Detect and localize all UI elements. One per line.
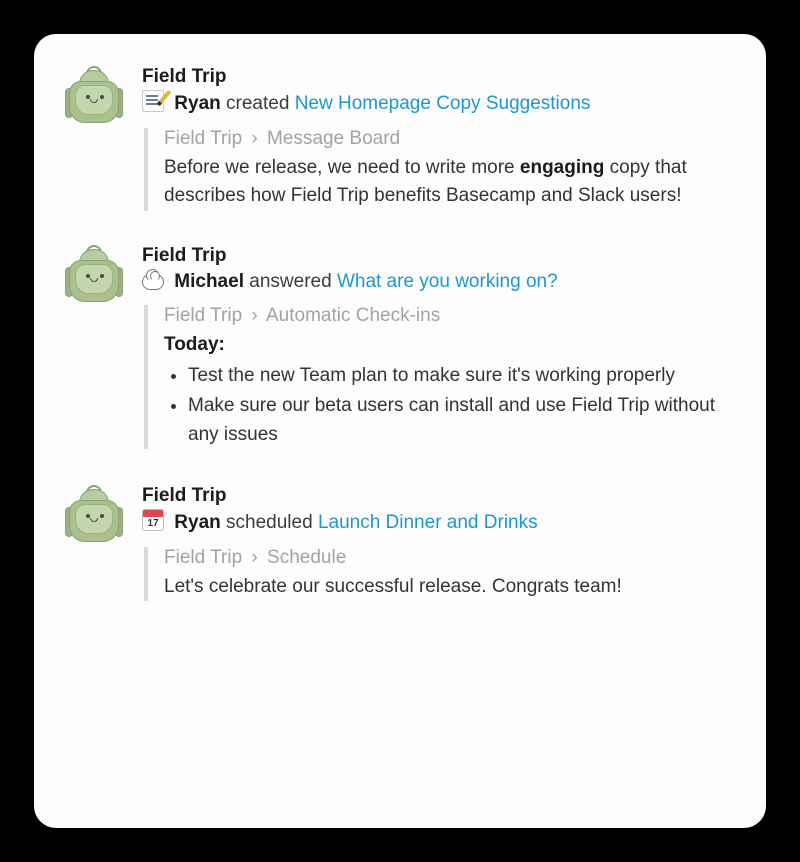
action-line: Michael answered What are you working on… xyxy=(142,269,728,296)
breadcrumb-root[interactable]: Field Trip xyxy=(164,547,242,568)
message: Field Trip Ryan created New Homepage Cop… xyxy=(64,66,728,211)
message-body: Before we release, we need to write more… xyxy=(164,154,728,211)
app-avatar xyxy=(64,66,128,130)
message-body: Today:Test the new Team plan to make sur… xyxy=(164,331,728,449)
message-body: Let's celebrate our successful release. … xyxy=(164,573,728,602)
app-avatar xyxy=(64,245,128,309)
breadcrumb-root[interactable]: Field Trip xyxy=(164,305,242,326)
action-verb: created xyxy=(226,93,289,114)
attachment: Field Trip › Automatic Check-ins Today:T… xyxy=(144,305,728,449)
app-name: Field Trip xyxy=(142,245,728,267)
actor-name: Ryan xyxy=(174,512,220,533)
actor-name: Ryan xyxy=(174,93,220,114)
app-name: Field Trip xyxy=(142,66,728,88)
breadcrumb-separator-icon: › xyxy=(251,305,257,326)
breadcrumb-leaf[interactable]: Automatic Check-ins xyxy=(266,305,440,326)
subject-link[interactable]: New Homepage Copy Suggestions xyxy=(295,93,591,114)
thought-cloud-icon xyxy=(142,274,164,290)
action-line: Ryan scheduled Launch Dinner and Drinks xyxy=(142,509,728,537)
breadcrumb-separator-icon: › xyxy=(251,547,257,568)
breadcrumb: Field Trip › Automatic Check-ins xyxy=(164,305,728,327)
breadcrumb: Field Trip › Schedule xyxy=(164,547,728,569)
breadcrumb: Field Trip › Message Board xyxy=(164,128,728,150)
app-name: Field Trip xyxy=(142,485,728,507)
message: Field Trip Michael answered What are you… xyxy=(64,245,728,452)
attachment: Field Trip › Schedule Let's celebrate ou… xyxy=(144,547,728,602)
attachment: Field Trip › Message Board Before we rel… xyxy=(144,128,728,211)
breadcrumb-separator-icon: › xyxy=(251,128,257,149)
breadcrumb-root[interactable]: Field Trip xyxy=(164,128,242,149)
backpack-icon xyxy=(64,66,124,126)
memo-icon xyxy=(142,90,164,112)
actor-name: Michael xyxy=(174,271,244,292)
breadcrumb-leaf[interactable]: Schedule xyxy=(267,547,346,568)
backpack-icon xyxy=(64,245,124,305)
backpack-icon xyxy=(64,485,124,545)
calendar-icon xyxy=(142,509,164,531)
subject-link[interactable]: What are you working on? xyxy=(337,271,558,292)
subject-link[interactable]: Launch Dinner and Drinks xyxy=(318,512,538,533)
action-verb: scheduled xyxy=(226,512,313,533)
feed-card: Field Trip Ryan created New Homepage Cop… xyxy=(34,34,766,828)
action-verb: answered xyxy=(249,271,331,292)
app-avatar xyxy=(64,485,128,549)
message: Field Trip Ryan scheduled Launch Dinner … xyxy=(64,485,728,601)
action-line: Ryan created New Homepage Copy Suggestio… xyxy=(142,90,728,118)
breadcrumb-leaf[interactable]: Message Board xyxy=(267,128,400,149)
